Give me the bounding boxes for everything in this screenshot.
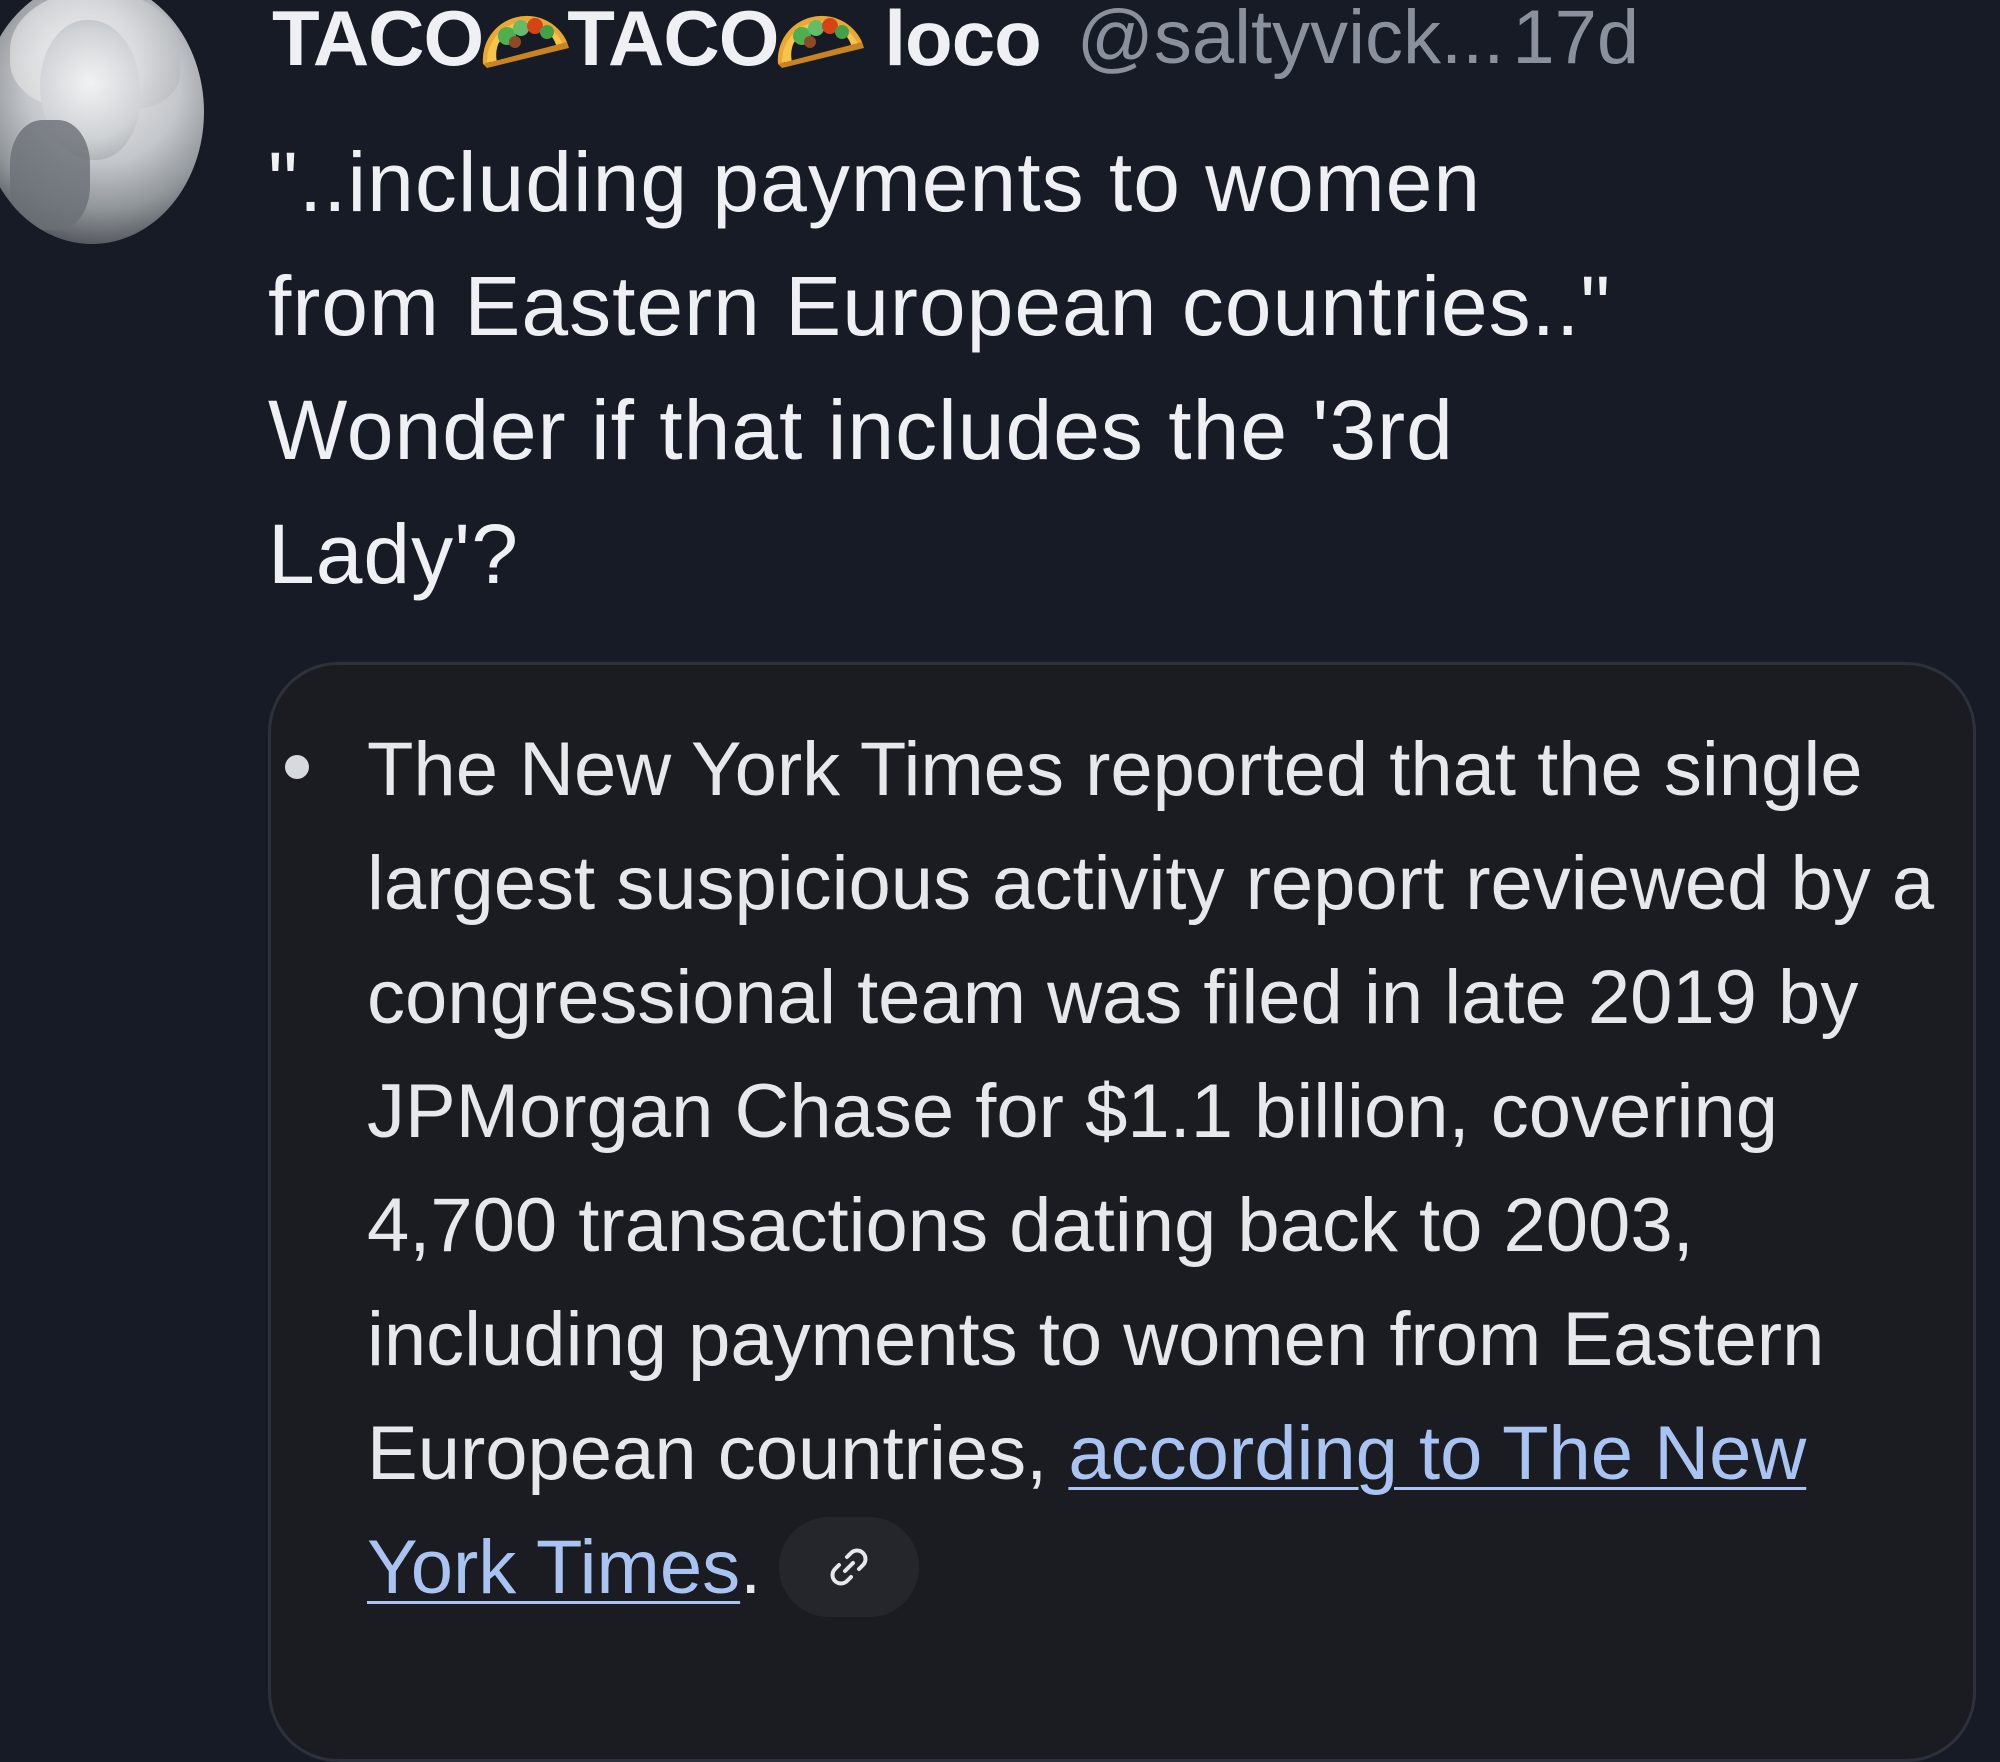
post-header: TACO TACO loco @saltyvick... 17d [272,0,1639,78]
quoted-text: The New York Times reported that the sin… [367,713,1957,1625]
display-name-part[interactable]: loco [884,0,1041,78]
post-text-line: Lady'? [268,507,519,601]
bullet-icon [285,755,309,779]
link-icon [830,1548,868,1586]
avatar[interactable] [0,0,204,244]
display-name-part[interactable]: TACO [272,0,484,78]
taco-emoji-icon [772,2,868,74]
quoted-text-end: . [740,1525,762,1610]
post-text-line: from Eastern European countries.." [268,259,1612,353]
quoted-text-body: The New York Times reported that the sin… [367,727,1935,1496]
display-name-part[interactable]: TACO [567,0,779,78]
post-timestamp[interactable]: 17d [1512,0,1639,78]
post: TACO TACO loco @saltyvick... 17d "..incl… [0,0,2000,1762]
copy-link-button[interactable] [779,1516,920,1617]
post-text: "..including payments to women from East… [268,120,1948,616]
post-text-line: Wonder if that includes the '3rd [268,383,1454,477]
post-text-line: "..including payments to women [268,135,1482,229]
user-handle[interactable]: @saltyvick... [1077,0,1505,78]
quoted-content-card: The New York Times reported that the sin… [268,662,1976,1762]
taco-emoji-icon [477,2,573,74]
